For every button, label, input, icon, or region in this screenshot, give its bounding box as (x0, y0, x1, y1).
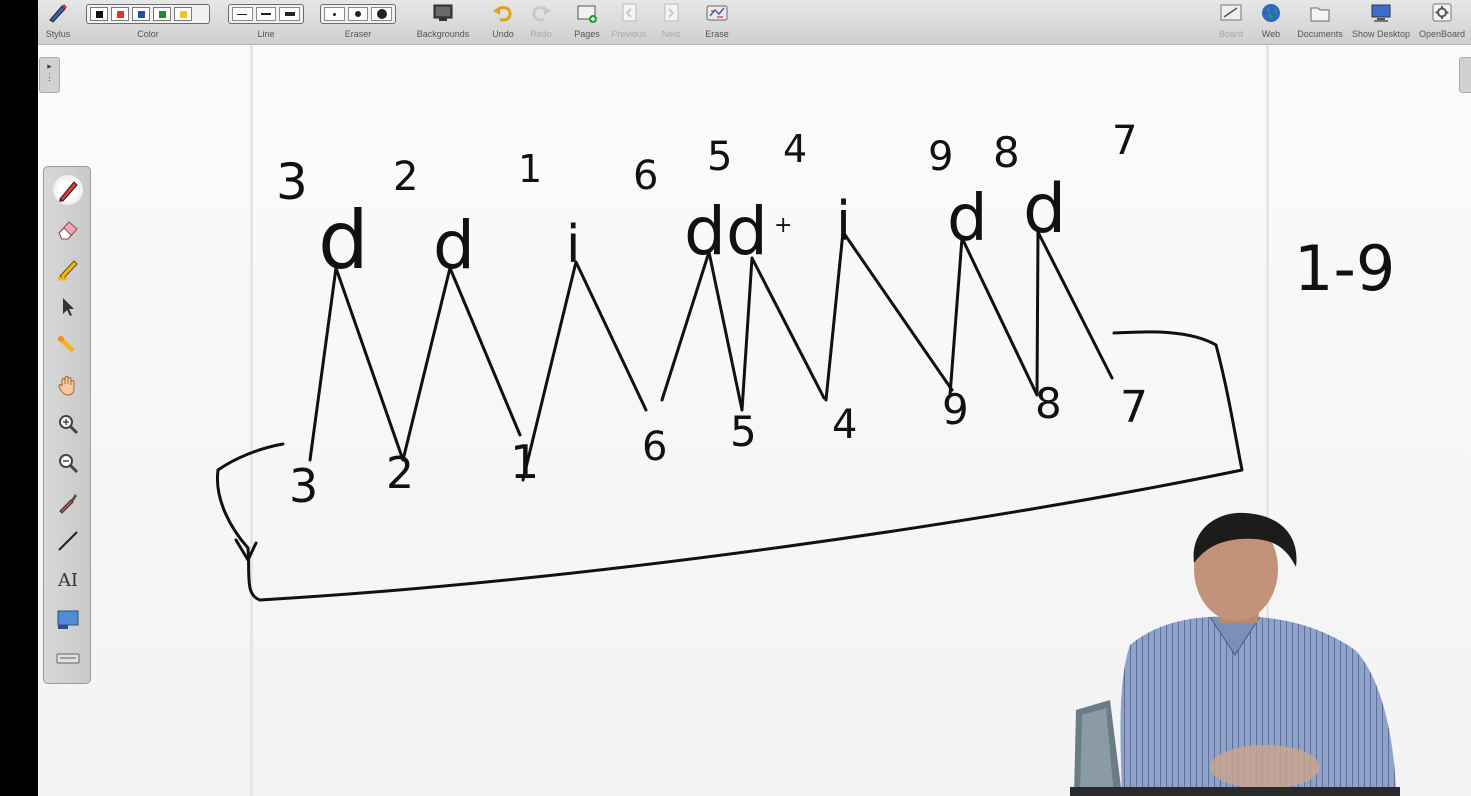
top-digit-8: 8 (993, 128, 1020, 177)
bottom-digit-3: 1 (510, 435, 539, 489)
top-digit-1: 3 (276, 153, 308, 211)
presenter-webcam (1070, 512, 1400, 796)
top-digit-5: 5 (707, 134, 732, 180)
letter-d-8: d (1023, 170, 1066, 249)
plus-sign: + (774, 213, 792, 238)
desk-edge (1070, 787, 1400, 796)
top-digit-4: 6 (633, 153, 658, 199)
letter-d-5: d (726, 193, 768, 270)
bottom-digit-9: 7 (1120, 382, 1148, 433)
bottom-digit-4: 6 (642, 424, 667, 470)
top-digit-2: 2 (393, 154, 418, 200)
top-digit-6: 4 (783, 127, 807, 171)
bottom-digit-6: 4 (832, 402, 857, 448)
letter-d-2: d (433, 207, 475, 284)
bottom-digit-8: 8 (1035, 379, 1062, 428)
letter-i-6: i (836, 190, 851, 253)
presenter-hand (1210, 745, 1320, 789)
letter-d-4: d (684, 193, 726, 270)
letter-d-7: d (947, 182, 988, 256)
letter-d-1: d (318, 194, 369, 287)
bottom-digit-5: 5 (730, 407, 757, 456)
range-note: 1-9 (1294, 232, 1395, 305)
top-digit-3: 1 (518, 147, 542, 191)
bottom-digit-2: 2 (386, 448, 414, 499)
letter-i-3: i (566, 215, 580, 275)
top-digit-7: 9 (928, 134, 953, 180)
top-digit-9: 7 (1112, 118, 1137, 164)
bottom-digit-7: 9 (942, 385, 969, 434)
bottom-digit-1: 3 (289, 459, 318, 513)
